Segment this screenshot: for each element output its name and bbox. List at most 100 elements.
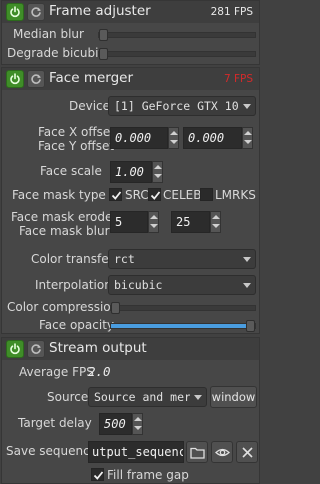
device-select-value: [1] GeForce GTX 106 bbox=[114, 99, 239, 113]
frame-adjuster-title: Frame adjuster bbox=[49, 3, 151, 19]
view-sequence-button[interactable] bbox=[211, 441, 233, 463]
clear-path-button[interactable] bbox=[236, 441, 258, 463]
fill-frame-gap-checkbox[interactable] bbox=[91, 468, 104, 481]
color-compression-slider[interactable] bbox=[110, 302, 256, 314]
chevron-up-icon[interactable] bbox=[134, 417, 142, 421]
device-select[interactable]: [1] GeForce GTX 106 bbox=[108, 96, 256, 116]
frame-adjuster-reset-button[interactable] bbox=[27, 3, 45, 21]
face-opacity-slider[interactable] bbox=[110, 320, 256, 332]
open-folder-button[interactable] bbox=[186, 441, 208, 463]
face-x-offset-input[interactable]: 0.000 bbox=[110, 127, 168, 149]
median-blur-slider-knob[interactable] bbox=[99, 29, 108, 41]
face-mask-blur-stepper[interactable] bbox=[210, 211, 221, 233]
face-merger-reset-button[interactable] bbox=[27, 70, 45, 88]
checkmark-icon bbox=[93, 471, 104, 480]
color-transfer-label: Color transfer bbox=[31, 252, 114, 266]
window-button[interactable]: window bbox=[210, 386, 257, 408]
degrade-bicubic-slider-knob[interactable] bbox=[99, 48, 108, 60]
eye-icon bbox=[215, 448, 230, 457]
face-mask-erode-stepper[interactable] bbox=[148, 211, 159, 233]
chevron-up-icon[interactable] bbox=[154, 165, 162, 169]
stream-output-power-button[interactable] bbox=[6, 340, 24, 358]
checkmark-icon bbox=[150, 191, 161, 200]
chevron-up-icon[interactable] bbox=[170, 131, 178, 135]
face-scale-stepper[interactable] bbox=[152, 161, 163, 183]
face-merger-power-button[interactable] bbox=[6, 70, 24, 88]
face-mask-erode-input[interactable]: 5 bbox=[110, 211, 148, 233]
chevron-down-icon bbox=[194, 395, 202, 400]
face-opacity-slider-knob[interactable] bbox=[246, 320, 255, 332]
face-merger-title: Face merger bbox=[49, 70, 134, 86]
face-merger-header: Face merger 7 FPS bbox=[2, 68, 259, 90]
power-icon bbox=[10, 73, 20, 85]
average-fps-value: 2.0 bbox=[88, 364, 111, 379]
face-scale-value: 1.00 bbox=[115, 165, 144, 179]
degrade-bicubic-slider[interactable] bbox=[98, 48, 256, 60]
mask-celeb-checkbox[interactable] bbox=[148, 188, 161, 201]
face-opacity-fill bbox=[111, 324, 255, 328]
mask-celeb-label: CELEB bbox=[163, 188, 202, 202]
face-y-offset-stepper[interactable] bbox=[242, 127, 253, 149]
mask-src-checkbox[interactable] bbox=[109, 188, 122, 201]
source-select-value: Source and mer bbox=[94, 390, 190, 404]
chevron-down-icon[interactable] bbox=[150, 224, 158, 228]
mask-lmrks-checkbox[interactable] bbox=[200, 188, 213, 201]
median-blur-slider[interactable] bbox=[98, 29, 256, 41]
face-mask-erode-label: Face mask erode bbox=[11, 210, 113, 224]
window-button-label: window bbox=[211, 390, 256, 404]
chevron-down-icon bbox=[243, 257, 251, 262]
target-delay-stepper[interactable] bbox=[132, 413, 143, 435]
chevron-down-icon[interactable] bbox=[154, 174, 162, 178]
face-x-offset-label: Face X offset bbox=[38, 125, 115, 139]
face-y-offset-value: 0.000 bbox=[188, 131, 225, 145]
average-fps-label: Average FPS bbox=[19, 365, 94, 379]
mask-lmrks-label: LMRKS bbox=[215, 188, 256, 202]
face-y-offset-input[interactable]: 0.000 bbox=[183, 127, 242, 149]
chevron-down-icon[interactable] bbox=[134, 426, 142, 430]
stream-output-panel: Stream output Average FPS 2.0 Source Sou… bbox=[1, 337, 260, 484]
frame-adjuster-panel: Frame adjuster 281 FPS Median blur Degra… bbox=[1, 0, 260, 65]
target-delay-label: Target delay bbox=[18, 416, 92, 430]
face-mask-blur-value: 25 bbox=[176, 215, 191, 229]
face-merger-panel: Face merger 7 FPS Device [1] GeForce GTX… bbox=[1, 67, 260, 334]
face-scale-label: Face scale bbox=[40, 164, 102, 178]
save-sequence-path-input[interactable]: utput_sequence bbox=[88, 441, 184, 463]
color-transfer-value: rct bbox=[114, 252, 135, 266]
interpolation-label: Interpolation bbox=[35, 278, 112, 292]
folder-icon bbox=[190, 447, 205, 459]
save-sequence-label: Save sequence bbox=[6, 444, 98, 458]
refresh-icon bbox=[31, 7, 41, 17]
mask-src-label: SRC bbox=[125, 188, 149, 202]
face-mask-type-label: Face mask type bbox=[12, 188, 106, 202]
source-select[interactable]: Source and mer bbox=[88, 387, 207, 407]
checkmark-icon bbox=[111, 191, 122, 200]
face-opacity-label: Face opacity bbox=[39, 318, 114, 332]
face-x-offset-value: 0.000 bbox=[115, 131, 152, 145]
face-mask-erode-value: 5 bbox=[115, 215, 123, 229]
frame-adjuster-header: Frame adjuster 281 FPS bbox=[2, 1, 259, 23]
chevron-down-icon[interactable] bbox=[244, 140, 252, 144]
face-scale-input[interactable]: 1.00 bbox=[110, 161, 152, 183]
chevron-up-icon[interactable] bbox=[150, 215, 158, 219]
save-sequence-path-value: utput_sequence bbox=[92, 445, 184, 459]
fill-frame-gap-label: Fill frame gap bbox=[107, 468, 189, 482]
interpolation-select[interactable]: bicubic bbox=[108, 275, 256, 295]
chevron-up-icon[interactable] bbox=[244, 131, 252, 135]
stream-output-reset-button[interactable] bbox=[27, 340, 45, 358]
frame-adjuster-power-button[interactable] bbox=[6, 3, 24, 21]
chevron-up-icon[interactable] bbox=[212, 215, 220, 219]
close-icon bbox=[242, 447, 253, 458]
degrade-bicubic-label: Degrade bicubic bbox=[7, 46, 106, 60]
face-mask-blur-label: Face mask blur bbox=[19, 224, 110, 238]
face-mask-blur-input[interactable]: 25 bbox=[171, 211, 210, 233]
chevron-down-icon[interactable] bbox=[170, 140, 178, 144]
color-compression-slider-knob[interactable] bbox=[111, 302, 120, 314]
face-x-offset-stepper[interactable] bbox=[168, 127, 179, 149]
target-delay-input[interactable]: 500 bbox=[99, 413, 132, 435]
color-transfer-select[interactable]: rct bbox=[108, 249, 256, 269]
source-label: Source bbox=[47, 390, 89, 404]
power-icon bbox=[10, 6, 20, 18]
median-blur-label: Median blur bbox=[13, 27, 84, 41]
target-delay-value: 500 bbox=[104, 417, 126, 431]
chevron-down-icon[interactable] bbox=[212, 224, 220, 228]
